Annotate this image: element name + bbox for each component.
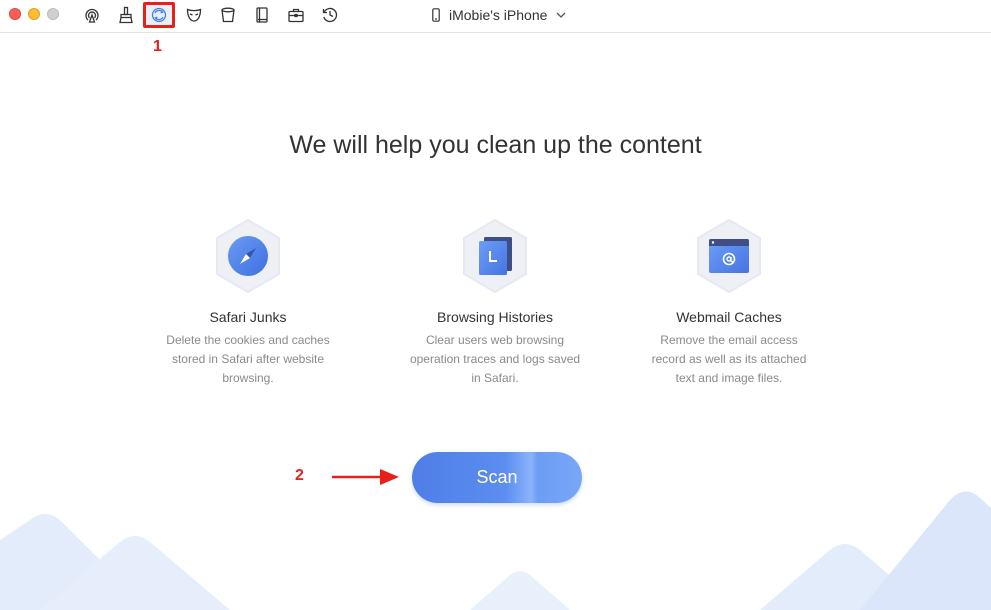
trash-bin-icon[interactable] xyxy=(216,4,240,26)
cleanup-icon[interactable] xyxy=(143,2,175,28)
feature-icon-container xyxy=(694,218,764,294)
chevron-down-icon xyxy=(556,12,566,18)
feature-icon-container xyxy=(460,218,530,294)
feature-description: Remove the email access record as well a… xyxy=(651,333,807,385)
feature-title: Webmail Caches xyxy=(676,309,782,325)
webmail-icon xyxy=(709,239,749,273)
feature-browsing-histories: Browsing Histories Clear users web brows… xyxy=(395,218,595,388)
airplay-icon[interactable] xyxy=(80,4,104,26)
feature-title: Browsing Histories xyxy=(437,309,553,325)
feature-description: Clear users web browsing operation trace… xyxy=(409,333,581,385)
annotation-step-2: 2 xyxy=(295,467,304,484)
device-selector[interactable]: iMobie's iPhone xyxy=(432,6,566,24)
toolbox-icon[interactable] xyxy=(284,4,308,26)
brush-icon[interactable] xyxy=(114,4,138,26)
zoom-window-button[interactable] xyxy=(47,8,59,20)
mask-icon[interactable] xyxy=(182,4,206,26)
compass-icon xyxy=(228,236,268,276)
minimize-window-button[interactable] xyxy=(28,8,40,20)
feature-title: Safari Junks xyxy=(209,309,287,325)
feature-safari-junks: Safari Junks Delete the cookies and cach… xyxy=(148,218,348,388)
feature-description: Delete the cookies and caches stored in … xyxy=(166,333,330,385)
book-icon[interactable] xyxy=(250,4,274,26)
annotation-step-1: 1 xyxy=(153,38,162,55)
page-headline: We will help you clean up the content xyxy=(289,131,702,159)
scan-button[interactable]: Scan xyxy=(412,452,582,503)
history-document-icon xyxy=(479,237,512,275)
close-window-button[interactable] xyxy=(9,8,21,20)
feature-webmail-caches: Webmail Caches Remove the email access r… xyxy=(629,218,829,388)
phone-icon xyxy=(432,8,440,22)
device-name: iMobie's iPhone xyxy=(449,7,548,23)
annotation-arrow-icon xyxy=(332,469,399,485)
feature-icon-container xyxy=(213,218,283,294)
history-clock-icon[interactable] xyxy=(318,4,342,26)
toolbar: iMobie's iPhone xyxy=(0,0,991,33)
